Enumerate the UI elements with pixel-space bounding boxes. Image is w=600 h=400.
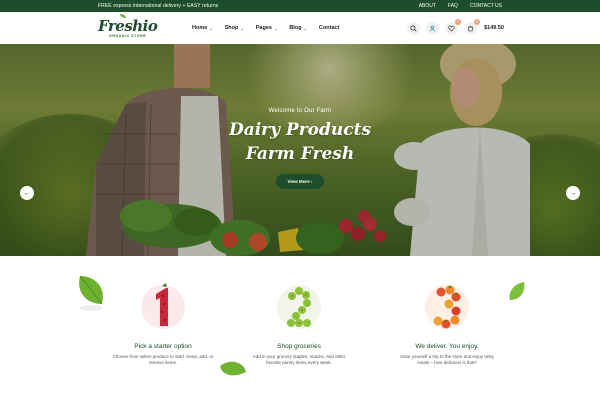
nav-item-label: Contact — [318, 25, 340, 31]
topbar-link-faq[interactable]: FAQ — [448, 3, 458, 9]
hero-title-line-1: Dairy Products — [228, 120, 372, 140]
step-title: Pick a starter option — [134, 343, 192, 350]
cart-total[interactable]: $149.50 — [484, 25, 504, 31]
announcement-bar: FREE express international delivery + EA… — [0, 0, 600, 12]
step-description: Save yourself a trip to the store and en… — [400, 354, 494, 366]
view-more-label: View More — [287, 179, 310, 184]
topbar-links: ABOUT FAQ CONTACT US — [419, 3, 502, 9]
topbar-link-contact[interactable]: CONTACT US — [470, 3, 502, 9]
main-nav: Home ⌄ Shop ⌄ Pages ⌄ Blog ⌄ Contact — [192, 25, 339, 31]
how-it-works-section: Pick a starter option Choose from select… — [0, 256, 600, 400]
step-number-1-icon — [141, 283, 185, 329]
step-description: Choose from select produce to start. Kee… — [112, 354, 214, 366]
chevron-down-icon: ⌄ — [209, 25, 213, 31]
step-card: Pick a starter option Choose from select… — [88, 282, 238, 366]
slider-next-button[interactable]: → — [566, 186, 580, 200]
nav-item-label: Shop — [224, 25, 239, 31]
chevron-down-icon: ⌄ — [240, 25, 244, 31]
search-icon — [410, 24, 417, 32]
step-card: We deliver. You enjoy. Save yourself a t… — [372, 282, 522, 366]
site-header: Freshio ORGANIC STORE Home ⌄ Shop ⌄ Page… — [0, 12, 600, 44]
heart-icon — [448, 25, 455, 31]
hero-title-line-2: Farm Fresh — [245, 144, 355, 164]
chevron-down-icon: ⌄ — [303, 25, 307, 31]
search-button[interactable] — [407, 21, 421, 35]
cart-button[interactable]: 0 — [464, 18, 481, 35]
topbar-link-about[interactable]: ABOUT — [419, 3, 436, 9]
hero-title: Dairy Products Farm Fresh — [200, 118, 400, 166]
user-icon — [429, 25, 436, 31]
account-button[interactable] — [426, 21, 440, 35]
nav-item-shop[interactable]: Shop ⌄ — [225, 25, 244, 31]
hero-content: Welcome to Our Farm Dairy Products Farm … — [200, 108, 400, 189]
step-description: Add in your grocery staples, snacks, and… — [252, 354, 346, 366]
step-card: Shop groceries Add in your grocery stapl… — [224, 282, 374, 366]
nav-item-blog[interactable]: Blog ⌄ — [289, 25, 307, 31]
nav-item-contact[interactable]: Contact — [319, 25, 339, 31]
view-more-button[interactable]: View More › — [275, 174, 325, 189]
cart-count-badge: 0 — [474, 18, 481, 25]
arrow-right-icon: → — [569, 189, 577, 197]
chevron-down-icon: ⌄ — [273, 25, 278, 31]
hero-banner: Welcome to Our Farm Dairy Products Farm … — [0, 44, 600, 256]
logo-tagline: ORGANIC STORE — [109, 34, 147, 38]
arrow-left-icon: ← — [23, 189, 31, 197]
site-logo[interactable]: Freshio ORGANIC STORE — [98, 14, 158, 41]
step-number-3-icon — [425, 285, 469, 329]
nav-item-label: Pages — [255, 25, 272, 31]
logo-brand-text: Freshio — [98, 17, 158, 35]
step-number-2-icon — [277, 285, 321, 329]
cart-icon — [468, 25, 474, 31]
step-title: We deliver. You enjoy. — [415, 343, 479, 350]
nav-item-pages[interactable]: Pages ⌄ — [256, 25, 278, 31]
announcement-text: FREE express international delivery + EA… — [98, 3, 219, 9]
nav-item-home[interactable]: Home ⌄ — [192, 25, 213, 31]
nav-item-label: Blog — [289, 25, 302, 31]
header-actions: 0 0 $149.50 — [407, 18, 504, 35]
hero-kicker: Welcome to Our Farm — [268, 108, 332, 114]
page: FREE express international delivery + EA… — [0, 0, 600, 400]
step-title: Shop groceries — [277, 343, 321, 350]
wishlist-button[interactable]: 0 — [445, 18, 462, 35]
slider-prev-button[interactable]: ← — [20, 186, 34, 200]
arrow-right-icon: › — [310, 179, 313, 184]
wishlist-count-badge: 0 — [455, 18, 462, 25]
nav-item-label: Home — [192, 25, 208, 31]
